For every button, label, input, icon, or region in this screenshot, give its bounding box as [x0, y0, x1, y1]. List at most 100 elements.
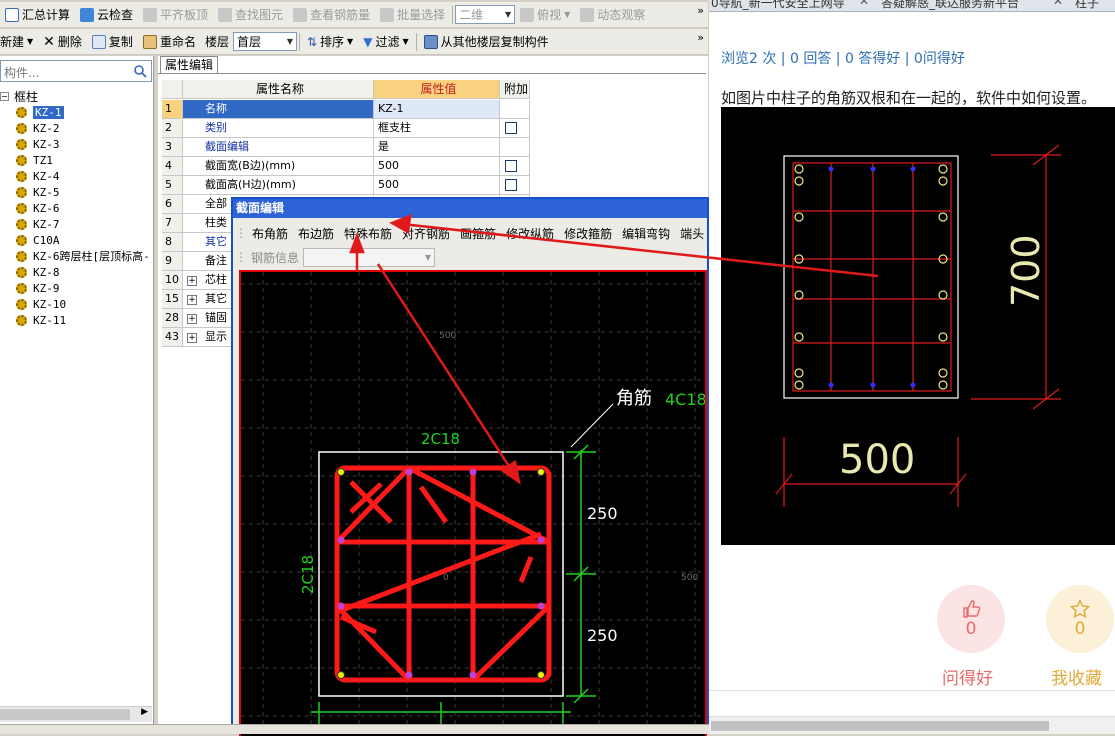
corner-rebar[interactable]: [337, 671, 345, 679]
favorite-label[interactable]: 我收藏: [1051, 664, 1102, 689]
component-search-input[interactable]: 构件...: [0, 60, 152, 82]
browser-tab[interactable]: 答疑解惑_联达服务新平台: [881, 0, 1019, 11]
rebar-info-input[interactable]: ▼: [303, 247, 436, 267]
scroll-right-icon[interactable]: ▶: [141, 707, 148, 717]
tab-close-icon[interactable]: ✕: [1053, 0, 1063, 11]
section-tool-button[interactable]: 修改纵筋: [501, 222, 559, 244]
corner-rebar[interactable]: [537, 671, 545, 679]
property-name-cell[interactable]: 类别: [183, 119, 374, 138]
extra-checkbox[interactable]: [505, 160, 517, 172]
browser-tab[interactable]: 0导航_新一代安全上网导: [711, 0, 845, 11]
side-rebar[interactable]: [469, 671, 477, 679]
tree-item[interactable]: KZ-6跨层柱[层顶标高-: [16, 248, 150, 264]
tree-item[interactable]: KZ-1: [16, 104, 64, 120]
property-value[interactable]: 500: [374, 176, 500, 195]
view-rebar-button[interactable]: 查看钢筋量: [288, 4, 375, 26]
property-name: 其它: [205, 292, 227, 305]
section-tool-button[interactable]: 画箍筋: [455, 222, 501, 244]
cloud-check-button[interactable]: 云检查: [75, 4, 138, 26]
favorite-button[interactable]: 0: [1046, 585, 1114, 653]
find-element-button[interactable]: 查找图元: [213, 4, 288, 26]
corner-rebar[interactable]: [337, 468, 345, 476]
image-rebar: [938, 380, 948, 390]
rename-button[interactable]: 重命名: [138, 31, 201, 53]
extra-checkbox[interactable]: [505, 179, 517, 191]
tab-close-icon[interactable]: ✕: [859, 0, 869, 11]
chevron-down-icon: ▼: [347, 37, 354, 46]
like-button[interactable]: 0: [937, 585, 1005, 653]
section-tool-button[interactable]: 对齐钢筋: [397, 222, 455, 244]
section-tool-button[interactable]: 端头: [675, 222, 707, 244]
view-mode-select[interactable]: 二维 ▼: [455, 5, 516, 24]
status-bar: [0, 724, 709, 734]
dynamic-observe-button[interactable]: 动态观察: [575, 4, 650, 26]
view-angle-button[interactable]: 俯视 ▼: [515, 4, 575, 26]
property-name-cell[interactable]: 截面高(H边)(mm): [183, 176, 374, 195]
corner-rebar[interactable]: [537, 468, 545, 476]
property-name-cell[interactable]: 名称: [183, 100, 374, 119]
extra-checkbox[interactable]: [505, 122, 517, 134]
sort-button[interactable]: ⇅ 排序 ▼: [302, 31, 358, 53]
expand-icon[interactable]: +: [187, 333, 197, 343]
section-tool-button[interactable]: 特殊布筋: [339, 222, 397, 244]
property-value[interactable]: KZ-1: [374, 100, 500, 119]
property-value[interactable]: 框支柱: [374, 119, 500, 138]
question-image[interactable]: 700 500: [721, 107, 1115, 545]
property-name: 柱类: [205, 216, 227, 229]
property-value[interactable]: 500: [374, 157, 500, 176]
expand-icon[interactable]: +: [187, 295, 197, 305]
property-name-cell[interactable]: 截面宽(B边)(mm): [183, 157, 374, 176]
tree-item[interactable]: KZ-7: [16, 216, 60, 232]
property-value[interactable]: 是: [374, 138, 500, 157]
tab-property-edit[interactable]: 属性编辑: [160, 56, 218, 74]
sum-button[interactable]: 汇总计算: [0, 4, 75, 26]
tree-item[interactable]: KZ-6: [16, 200, 60, 216]
side-rebar[interactable]: [537, 536, 545, 544]
overflow-chevron-icon[interactable]: »: [697, 31, 704, 44]
side-rebar[interactable]: [537, 602, 545, 610]
tree-scrollbar[interactable]: ▶: [0, 706, 152, 722]
overflow-chevron-icon[interactable]: »: [697, 4, 704, 17]
batch-select-button[interactable]: 批量选择: [375, 4, 450, 26]
floor-select[interactable]: 首层 ▼: [232, 32, 297, 51]
tree-item[interactable]: KZ-2: [16, 120, 60, 136]
scrollbar-thumb[interactable]: [0, 709, 130, 720]
side-rebar[interactable]: [405, 468, 413, 476]
property-name-cell[interactable]: 截面编辑: [183, 138, 374, 157]
divider: [709, 690, 1115, 691]
section-tool-button[interactable]: 修改箍筋: [559, 222, 617, 244]
tree-item[interactable]: TZ1: [16, 152, 53, 168]
tree-root[interactable]: − 框柱: [0, 88, 38, 104]
copy-button[interactable]: 复制: [87, 31, 138, 53]
tree-item[interactable]: KZ-5: [16, 184, 60, 200]
section-tool-button[interactable]: 布边筋: [293, 222, 339, 244]
browser-tab-active[interactable]: 柱子: [1075, 0, 1099, 11]
tree-item[interactable]: KZ-4: [16, 168, 60, 184]
tree-item[interactable]: KZ-8: [16, 264, 60, 280]
section-tool-button[interactable]: 布角筋: [247, 222, 293, 244]
expand-icon[interactable]: +: [187, 314, 197, 324]
tree-item[interactable]: C10A: [16, 232, 60, 248]
like-label[interactable]: 问得好: [942, 664, 993, 689]
row-number: 7: [162, 214, 183, 233]
tree-item-label: KZ-10: [33, 297, 67, 311]
copy-from-floor-button[interactable]: 从其他楼层复制构件: [419, 31, 554, 53]
scrollbar-thumb[interactable]: [711, 721, 1049, 731]
filter-button[interactable]: ▼ 过滤 ▼: [358, 31, 413, 53]
side-rebar[interactable]: [337, 602, 345, 610]
web-horizontal-scrollbar[interactable]: [709, 716, 1115, 734]
tree-item[interactable]: KZ-3: [16, 136, 60, 152]
section-canvas[interactable]: 500 0 500 250 250 2C18 2C18 角筋 4C18: [239, 270, 707, 736]
align-slab-button[interactable]: 平齐板顶: [138, 4, 213, 26]
expand-icon[interactable]: +: [187, 276, 197, 286]
tree-item[interactable]: KZ-9: [16, 280, 60, 296]
delete-button[interactable]: ✕ 删除: [38, 31, 87, 53]
tree-item[interactable]: KZ-11: [16, 312, 66, 328]
tree-item[interactable]: KZ-10: [16, 296, 66, 312]
side-rebar[interactable]: [337, 536, 345, 544]
side-rebar[interactable]: [469, 468, 477, 476]
section-tool-button[interactable]: 编辑弯钩: [617, 222, 675, 244]
new-button[interactable]: 新建 ▼: [0, 31, 38, 53]
side-rebar[interactable]: [405, 671, 413, 679]
search-icon[interactable]: [133, 64, 147, 78]
